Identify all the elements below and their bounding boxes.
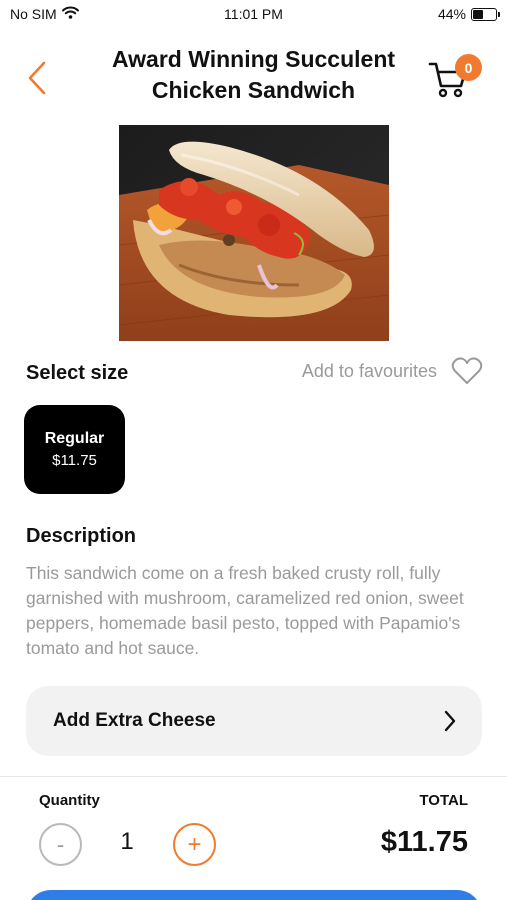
description-heading: Description xyxy=(26,525,137,547)
chevron-left-icon xyxy=(28,61,46,95)
battery-level xyxy=(473,9,483,19)
product-image xyxy=(119,125,389,341)
select-size-heading: Select size xyxy=(26,362,129,384)
size-option-regular[interactable]: Regular $11.75 xyxy=(24,405,125,494)
header: Award Winning Succulent Chicken Sandwich… xyxy=(0,40,507,115)
minus-icon: - xyxy=(56,831,65,857)
cart-button[interactable]: 0 xyxy=(427,52,487,102)
add-to-favourites-button[interactable]: Add to favourites xyxy=(302,356,483,386)
page-title: Award Winning Succulent Chicken Sandwich xyxy=(111,46,396,103)
size-option-name: Regular xyxy=(44,429,105,447)
back-button[interactable] xyxy=(22,58,54,98)
plus-icon: + xyxy=(187,830,202,858)
add-extra-cheese-row[interactable]: Add Extra Cheese xyxy=(26,686,482,756)
add-to-cart-button[interactable] xyxy=(26,890,482,900)
quantity-label: Quantity xyxy=(39,792,100,809)
clock: 11:01 PM xyxy=(224,6,283,22)
total-label: TOTAL xyxy=(419,792,468,809)
increase-quantity-button[interactable]: + xyxy=(173,823,216,866)
cart-count-badge: 0 xyxy=(455,54,482,81)
description-text: This sandwich come on a fresh baked crus… xyxy=(26,563,464,658)
status-bar: No SIM 11:01 PM 44% xyxy=(0,0,507,28)
chevron-right-icon xyxy=(444,710,456,732)
battery-icon xyxy=(471,7,500,21)
size-option-price: $11.75 xyxy=(52,451,97,469)
quantity-value: 1 xyxy=(120,828,134,855)
status-right: 44% xyxy=(437,6,500,22)
footer-divider xyxy=(0,776,507,777)
add-extra-cheese-label: Add Extra Cheese xyxy=(53,710,216,731)
decrease-quantity-button[interactable]: - xyxy=(39,823,82,866)
favourites-label: Add to favourites xyxy=(301,360,437,381)
total-price: $11.75 xyxy=(380,826,468,858)
battery-percent: 44% xyxy=(437,6,466,22)
heart-icon xyxy=(451,357,483,384)
